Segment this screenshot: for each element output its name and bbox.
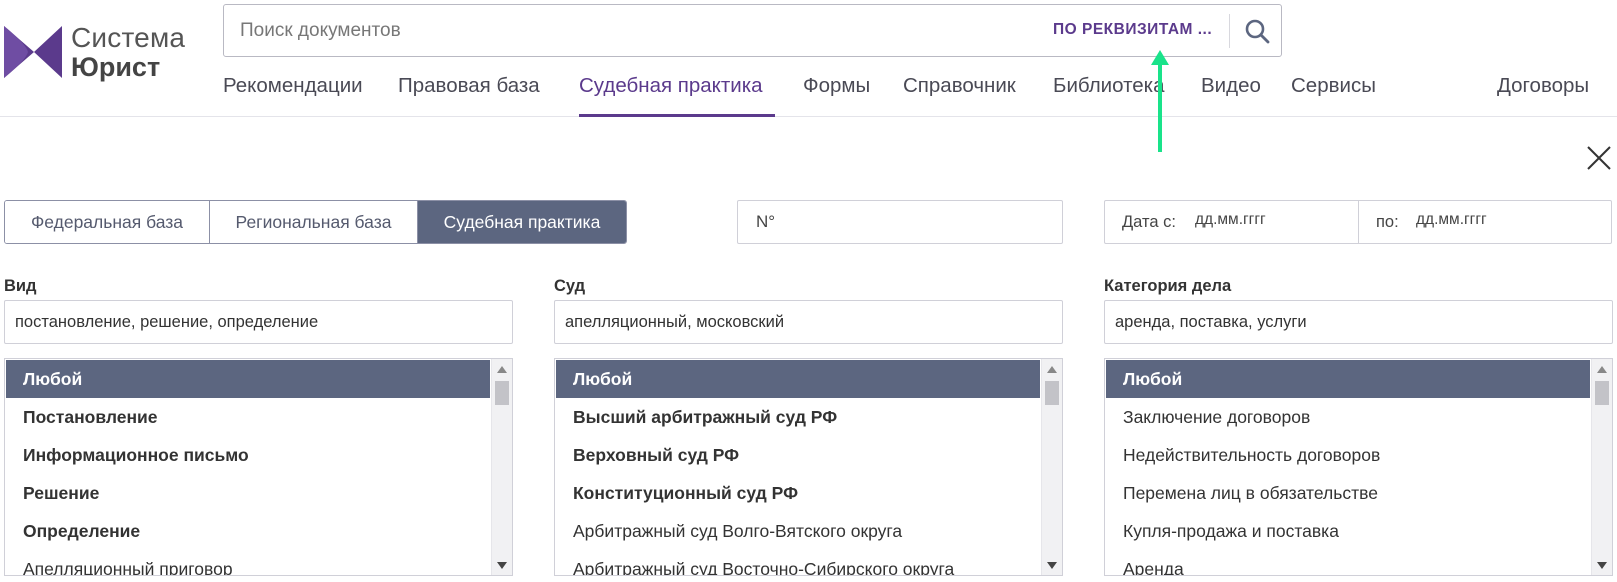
nav-item-services[interactable]: Сервисы — [1291, 74, 1376, 98]
list-item[interactable]: Информационное письмо — [6, 436, 490, 474]
date-divider — [1358, 201, 1359, 243]
list-item[interactable]: Любой — [6, 360, 490, 398]
category-input[interactable] — [1104, 300, 1613, 344]
date-to-input[interactable] — [1416, 211, 1536, 229]
document-number-field — [737, 200, 1063, 244]
nav-item-contracts[interactable]: Договоры — [1497, 74, 1589, 98]
type-input[interactable] — [4, 300, 513, 344]
tab-court-practice[interactable]: Судебная практика — [418, 201, 626, 243]
nav-item-recommendations[interactable]: Рекомендации — [223, 74, 363, 98]
close-icon[interactable] — [1585, 144, 1613, 172]
date-from-input[interactable] — [1195, 211, 1315, 229]
base-type-tabs: Федеральная база Региональная база Судеб… — [4, 200, 627, 244]
court-list: Любой Высший арбитражный суд РФ Верховны… — [554, 358, 1063, 576]
date-from-label: Дата с: — [1122, 213, 1176, 231]
list-item[interactable]: Любой — [556, 360, 1040, 398]
date-to-label: по: — [1376, 213, 1399, 231]
list-item[interactable]: Купля-продажа и поставка — [1106, 512, 1590, 550]
nav-item-forms[interactable]: Формы — [803, 74, 870, 98]
scroll-down-icon[interactable] — [1042, 557, 1062, 573]
logo[interactable]: Система Юрист — [4, 22, 194, 82]
list-item[interactable]: Любой — [1106, 360, 1590, 398]
nav-item-video[interactable]: Видео — [1201, 74, 1261, 98]
nav-item-court-practice[interactable]: Судебная практика — [579, 74, 763, 98]
type-list: Любой Постановление Информационное письм… — [4, 358, 513, 576]
document-number-input[interactable] — [756, 212, 1046, 232]
list-item[interactable]: Верховный суд РФ — [556, 436, 1040, 474]
scrollbar[interactable] — [491, 359, 512, 575]
search-bar: ПО РЕКВИЗИТАМ ... — [223, 4, 1282, 57]
list-item[interactable]: Недействительность договоров — [1106, 436, 1590, 474]
scroll-up-icon[interactable] — [1592, 361, 1612, 377]
annotation-arrow-icon — [1151, 50, 1169, 152]
logo-text-sistema: Система — [71, 22, 186, 53]
search-icon — [1245, 19, 1270, 43]
date-range-field: Дата с: по: — [1104, 200, 1612, 244]
list-item[interactable]: Арбитражный суд Волго-Вятского округа — [556, 512, 1040, 550]
logo-text-yurist: Юрист — [71, 52, 161, 82]
category-label: Категория дела — [1104, 277, 1232, 295]
tab-regional-base[interactable]: Региональная база — [210, 201, 418, 243]
list-item[interactable]: Заключение договоров — [1106, 398, 1590, 436]
search-button[interactable] — [1232, 5, 1282, 56]
list-item[interactable]: Решение — [6, 474, 490, 512]
scroll-down-icon[interactable] — [492, 557, 512, 573]
list-item[interactable]: Апелляционный приговор — [6, 550, 490, 576]
list-item[interactable]: Высший арбитражный суд РФ — [556, 398, 1040, 436]
list-item[interactable]: Арбитражный суд Восточно-Сибирского окру… — [556, 550, 1040, 576]
scroll-down-icon[interactable] — [1592, 557, 1612, 573]
category-list: Любой Заключение договоров Недействитель… — [1104, 358, 1613, 576]
type-label: Вид — [4, 277, 37, 295]
list-item[interactable]: Аренда — [1106, 550, 1590, 576]
court-label: Суд — [554, 277, 586, 295]
list-item[interactable]: Перемена лиц в обязательстве — [1106, 474, 1590, 512]
tab-federal-base[interactable]: Федеральная база — [5, 201, 210, 243]
scrollbar[interactable] — [1041, 359, 1062, 575]
scroll-thumb[interactable] — [1045, 381, 1059, 405]
nav-active-underline — [579, 114, 775, 117]
search-by-requisites-button[interactable]: ПО РЕКВИЗИТАМ ... — [1053, 21, 1212, 39]
scroll-up-icon[interactable] — [492, 361, 512, 377]
search-input[interactable] — [240, 15, 1000, 47]
logo-mark-icon — [4, 26, 62, 78]
header: Система Юрист ПО РЕКВИЗИТАМ ... Рекоменд… — [0, 0, 1617, 117]
scroll-thumb[interactable] — [1595, 381, 1609, 405]
list-item[interactable]: Конституционный суд РФ — [556, 474, 1040, 512]
nav-item-legal-base[interactable]: Правовая база — [398, 74, 540, 98]
scroll-thumb[interactable] — [495, 381, 509, 405]
list-item[interactable]: Определение — [6, 512, 490, 550]
search-divider — [1229, 14, 1230, 48]
scroll-up-icon[interactable] — [1042, 361, 1062, 377]
list-item[interactable]: Постановление — [6, 398, 490, 436]
nav-item-reference[interactable]: Справочник — [903, 74, 1016, 98]
main-nav: Рекомендации Правовая база Судебная прак… — [223, 70, 1617, 117]
court-input[interactable] — [554, 300, 1063, 344]
scrollbar[interactable] — [1591, 359, 1612, 575]
